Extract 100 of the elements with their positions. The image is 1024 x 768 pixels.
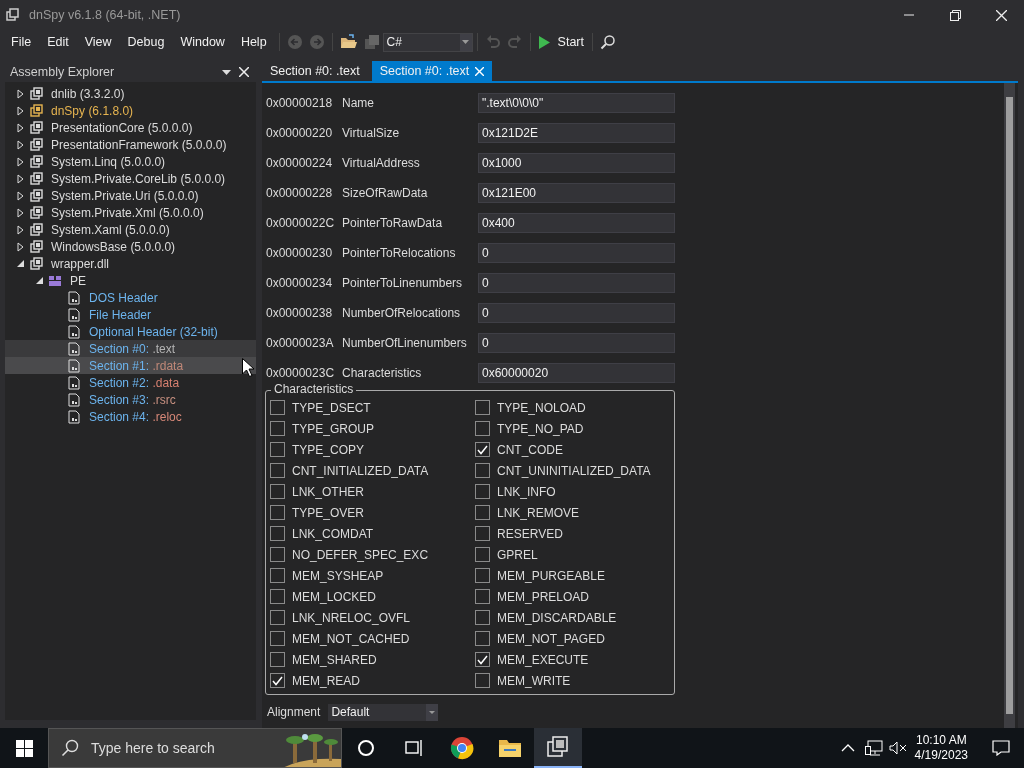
menu-item[interactable]: Edit xyxy=(39,30,77,54)
checkbox-label[interactable]: TYPE_NO_PAD xyxy=(497,419,584,438)
expand-icon[interactable] xyxy=(17,207,24,218)
tree-item[interactable]: PresentationCore (5.0.0.0) xyxy=(5,119,256,136)
menu-item[interactable]: File xyxy=(3,30,40,54)
checkbox-label[interactable]: LNK_COMDAT xyxy=(292,524,374,543)
expand-icon[interactable] xyxy=(17,105,24,116)
language-dropdown[interactable]: C# xyxy=(382,32,473,52)
tab[interactable]: Section #0: .text xyxy=(371,61,493,81)
tree-item[interactable]: Optional Header (32-bit) xyxy=(5,323,256,340)
checkbox-label[interactable]: CNT_UNINITIALIZED_DATA xyxy=(497,461,651,480)
tree-item[interactable]: Section #0: .text xyxy=(5,340,256,357)
checkbox-label[interactable]: MEM_WRITE xyxy=(497,671,571,690)
checkbox[interactable] xyxy=(270,547,285,562)
checkbox[interactable] xyxy=(475,631,490,646)
checkbox[interactable] xyxy=(270,631,285,646)
expand-icon[interactable] xyxy=(17,139,24,150)
checkbox-label[interactable]: TYPE_GROUP xyxy=(292,419,375,438)
checkbox[interactable] xyxy=(475,589,490,604)
scrollbar[interactable] xyxy=(1004,83,1015,728)
checkbox-label[interactable]: TYPE_COPY xyxy=(292,440,365,459)
checkbox[interactable] xyxy=(475,463,490,478)
input-field[interactable]: 0 xyxy=(478,273,675,293)
tree-item[interactable]: WindowsBase (5.0.0.0) xyxy=(5,238,256,255)
checkbox[interactable] xyxy=(270,442,285,457)
checkbox[interactable] xyxy=(270,652,285,667)
checkbox[interactable] xyxy=(475,421,490,436)
checkbox[interactable] xyxy=(475,526,490,541)
checkbox[interactable] xyxy=(270,568,285,583)
search-field[interactable]: Type here to search xyxy=(48,728,342,768)
checkbox-label[interactable]: LNK_NRELOC_OVFL xyxy=(292,608,411,627)
input-field[interactable]: 0x121D2E xyxy=(478,123,675,143)
expand-icon[interactable] xyxy=(17,122,24,133)
expand-icon[interactable] xyxy=(17,224,24,235)
checkbox-label[interactable]: CNT_INITIALIZED_DATA xyxy=(292,461,429,480)
clock[interactable]: 10:10 AM 4/19/2023 xyxy=(914,733,968,763)
tree-item[interactable]: PE xyxy=(5,272,256,289)
checkbox-label[interactable]: MEM_LOCKED xyxy=(292,587,377,606)
checkbox-label[interactable]: MEM_NOT_PAGED xyxy=(497,629,605,648)
checkbox-label[interactable]: RESERVED xyxy=(497,524,563,543)
checkbox[interactable] xyxy=(475,484,490,499)
collapse-icon[interactable] xyxy=(35,276,44,285)
checkbox[interactable] xyxy=(475,505,490,520)
checkbox[interactable] xyxy=(475,673,490,688)
checkbox-label[interactable]: MEM_READ xyxy=(292,671,360,690)
chevron-up-icon[interactable] xyxy=(840,744,855,752)
checkbox[interactable] xyxy=(270,421,285,436)
checkbox-label[interactable]: NO_DEFER_SPEC_EXC xyxy=(292,545,429,564)
menu-item[interactable]: Help xyxy=(232,30,275,54)
checkbox[interactable] xyxy=(270,589,285,604)
input-field[interactable]: 0x400 xyxy=(478,213,675,233)
checkbox[interactable] xyxy=(270,463,285,478)
checkbox[interactable] xyxy=(270,610,285,625)
checkbox-label[interactable]: TYPE_NOLOAD xyxy=(497,398,586,417)
tab[interactable]: Section #0: .text xyxy=(262,61,368,81)
checkbox[interactable] xyxy=(475,652,490,667)
checkbox-label[interactable]: TYPE_OVER xyxy=(292,503,365,522)
checkbox[interactable] xyxy=(475,610,490,625)
start-button[interactable]: Start xyxy=(534,30,588,54)
tree-item[interactable]: System.Private.Uri (5.0.0.0) xyxy=(5,187,256,204)
tree-item[interactable]: DOS Header xyxy=(5,289,256,306)
expand-icon[interactable] xyxy=(17,173,24,184)
tree-item[interactable]: Section #2: .data xyxy=(5,374,256,391)
checkbox-label[interactable]: LNK_REMOVE xyxy=(497,503,580,522)
expand-icon[interactable] xyxy=(17,156,24,167)
input-field[interactable]: 0x1000 xyxy=(478,153,675,173)
input-field[interactable]: 0 xyxy=(478,303,675,323)
close-icon[interactable] xyxy=(239,67,249,77)
tree-item[interactable]: wrapper.dll xyxy=(5,255,256,272)
checkbox[interactable] xyxy=(475,442,490,457)
input-field[interactable]: 0 xyxy=(478,243,675,263)
expand-icon[interactable] xyxy=(17,241,24,252)
input-field[interactable]: ".text\0\0\0" xyxy=(478,93,675,113)
notification-icon[interactable] xyxy=(992,740,1010,756)
tree-item[interactable]: System.Private.CoreLib (5.0.0.0) xyxy=(5,170,256,187)
app-window-button[interactable] xyxy=(534,728,582,768)
tree-item[interactable]: Section #1: .rdata xyxy=(5,357,256,374)
checkbox-label[interactable]: TYPE_DSECT xyxy=(292,398,371,417)
checkbox-label[interactable]: GPREL xyxy=(497,545,538,564)
checkbox-label[interactable]: LNK_OTHER xyxy=(292,482,365,501)
input-field[interactable]: 0x60000020 xyxy=(478,363,675,383)
checkbox[interactable] xyxy=(270,673,285,688)
tree-item[interactable]: dnSpy (6.1.8.0) xyxy=(5,102,256,119)
checkbox[interactable] xyxy=(475,400,490,415)
checkbox-label[interactable]: MEM_PRELOAD xyxy=(497,587,590,606)
checkbox[interactable] xyxy=(270,505,285,520)
network-icon[interactable] xyxy=(864,740,883,756)
checkbox-label[interactable]: MEM_SHARED xyxy=(292,650,377,669)
checkbox[interactable] xyxy=(475,547,490,562)
alignment-dropdown[interactable]: Default xyxy=(328,703,439,721)
menu-item[interactable]: Debug xyxy=(119,30,173,54)
tree-item[interactable]: Section #4: .reloc xyxy=(5,408,256,425)
expand-icon[interactable] xyxy=(17,190,24,201)
checkbox-label[interactable]: MEM_NOT_CACHED xyxy=(292,629,410,648)
checkbox[interactable] xyxy=(270,526,285,541)
input-field[interactable]: 0x121E00 xyxy=(478,183,675,203)
tree-item[interactable]: dnlib (3.3.2.0) xyxy=(5,85,256,102)
checkbox-label[interactable]: MEM_SYSHEAP xyxy=(292,566,384,585)
tree-item[interactable]: System.Linq (5.0.0.0) xyxy=(5,153,256,170)
collapse-icon[interactable] xyxy=(16,259,25,268)
